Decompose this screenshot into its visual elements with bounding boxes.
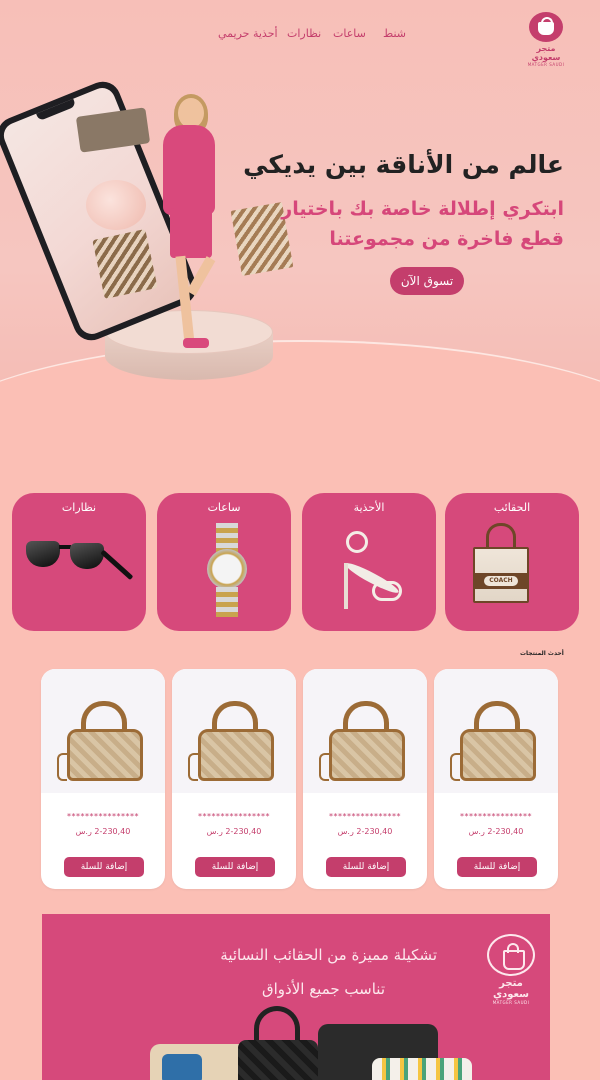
product-card[interactable]: **************** 2-230,40 ر.س إضافة للسل… <box>434 669 558 889</box>
hero-wave-divider <box>0 340 600 445</box>
product-rating: **************** <box>198 812 270 821</box>
product-price: 2-230,40 ر.س <box>468 827 524 836</box>
product-price: 2-230,40 ر.س <box>337 827 393 836</box>
tote-bag-image: COACH <box>473 523 553 623</box>
category-title: ساعات <box>207 501 241 514</box>
product-image <box>303 669 427 793</box>
tote-label-text: COACH <box>484 576 518 586</box>
nav-item-watches[interactable]: ساعات <box>333 27 366 40</box>
promo-logo: متجر سعودي MATGER SAUDI <box>486 934 536 1005</box>
promo-subheadline: تناسب جميع الأذواق <box>261 980 385 998</box>
floral-bag-photo <box>372 1058 472 1080</box>
shop-now-button[interactable]: تسوق الآن <box>390 267 464 295</box>
category-card-glasses[interactable]: نظارات <box>12 493 146 631</box>
promo-banner[interactable]: تشكيلة مميزة من الحقائب النسائية تناسب ج… <box>42 914 550 1080</box>
promo-logo-text: متجر سعودي <box>492 978 530 1000</box>
latest-products-label: أحدث المنتجات <box>520 650 564 657</box>
add-to-cart-button[interactable]: إضافة للسلة <box>326 857 406 877</box>
logo-subtext: MATGER SAUDI <box>527 62 565 67</box>
model-jacket <box>163 125 215 215</box>
shopping-bag-icon <box>487 934 535 976</box>
product-card[interactable]: **************** 2-230,40 ر.س إضافة للسل… <box>41 669 165 889</box>
hero-subtitle-line2: قطع فاخرة من مجموعتنا <box>329 228 564 250</box>
quilted-bag-photo <box>238 1040 318 1080</box>
product-rating: **************** <box>329 812 401 821</box>
model-skirt <box>170 208 212 258</box>
nav-item-womens-shoes[interactable]: أحذية حريمي <box>218 27 278 40</box>
bag-photo <box>162 1054 202 1080</box>
category-title: الحقائب <box>493 501 531 514</box>
logo-text: متجر سعودي <box>531 44 561 62</box>
shopping-bag-icon <box>529 12 563 42</box>
product-image <box>434 669 558 793</box>
product-card[interactable]: **************** 2-230,40 ر.س إضافة للسل… <box>172 669 296 889</box>
category-card-watches[interactable]: ساعات <box>157 493 291 631</box>
product-price: 2-230,40 ر.س <box>75 827 131 836</box>
product-rating: **************** <box>67 812 139 821</box>
product-card[interactable]: **************** 2-230,40 ر.س إضافة للسل… <box>303 669 427 889</box>
add-to-cart-button[interactable]: إضافة للسلة <box>457 857 537 877</box>
product-image <box>172 669 296 793</box>
category-card-shoes[interactable]: الأحذية <box>302 493 436 631</box>
nav-item-glasses[interactable]: نظارات <box>287 27 321 40</box>
product-image <box>41 669 165 793</box>
promo-headline: تشكيلة مميزة من الحقائب النسائية <box>220 946 437 964</box>
hero-subtitle-line1: ابتكري إطلالة خاصة بك باختيار <box>281 198 564 220</box>
nav-item-bags[interactable]: شنط <box>383 27 406 40</box>
heel-shoe-image <box>332 523 412 623</box>
model-shoe <box>183 338 209 348</box>
top-nav: شنط ساعات نظارات أحذية حريمي متجر سعودي … <box>0 0 600 70</box>
category-title: الأحذية <box>353 501 385 514</box>
add-to-cart-button[interactable]: إضافة للسلة <box>64 857 144 877</box>
category-title: نظارات <box>61 501 97 514</box>
model-head <box>178 98 204 128</box>
watch-image <box>197 523 257 623</box>
flower-illustration <box>86 180 146 230</box>
hero-title: عالم من الأناقة بين يديكي <box>243 150 564 179</box>
product-price: 2-230,40 ر.س <box>206 827 262 836</box>
product-rating: **************** <box>460 812 532 821</box>
sunglasses-image <box>26 533 136 613</box>
promo-logo-subtext: MATGER SAUDI <box>492 1000 530 1005</box>
category-card-bags[interactable]: الحقائب COACH <box>445 493 579 631</box>
add-to-cart-button[interactable]: إضافة للسلة <box>195 857 275 877</box>
store-logo[interactable]: متجر سعودي MATGER SAUDI <box>526 12 566 67</box>
